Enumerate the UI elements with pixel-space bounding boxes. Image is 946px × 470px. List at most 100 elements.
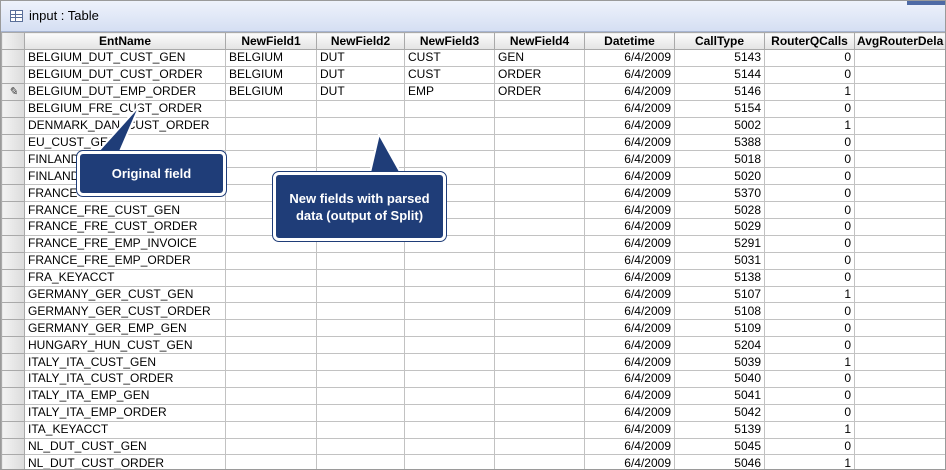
- row-selector[interactable]: [1, 234, 25, 253]
- row-selector[interactable]: [1, 201, 25, 220]
- cell-newfield4[interactable]: [494, 201, 585, 220]
- cell-newfield3[interactable]: [404, 319, 495, 338]
- cell-newfield4[interactable]: [494, 251, 585, 270]
- cell-newfield2[interactable]: [316, 353, 405, 372]
- cell-newfield2[interactable]: [316, 116, 405, 135]
- table-row[interactable]: FRANCE_FRE_EMP_INVOICE6/4/2009529100: [1, 234, 945, 253]
- cell-newfield3[interactable]: [404, 99, 495, 118]
- cell-avgrouterdelay[interactable]: 0: [854, 167, 945, 186]
- row-selector[interactable]: [1, 184, 25, 203]
- cell-routerqcalls[interactable]: 0: [764, 201, 855, 220]
- table-row[interactable]: BELGIUM_DUT_CUST_ORDER BELGIUM DUT CUST ORDE…: [1, 65, 945, 84]
- row-selector[interactable]: [1, 133, 25, 152]
- cell-newfield4[interactable]: [494, 336, 585, 355]
- cell-calltype[interactable]: 5291: [674, 234, 765, 253]
- cell-newfield1[interactable]: [225, 420, 317, 439]
- cell-entname[interactable]: FRANCE_FRE_CUST_ORDER: [24, 218, 226, 236]
- cell-newfield2[interactable]: [316, 285, 405, 304]
- cell-newfield2[interactable]: DUT: [316, 82, 405, 101]
- cell-newfield4[interactable]: [494, 99, 585, 118]
- cell-newfield3[interactable]: [404, 353, 495, 372]
- row-selector[interactable]: [1, 285, 25, 304]
- cell-newfield4[interactable]: [494, 420, 585, 439]
- cell-newfield1[interactable]: BELGIUM: [225, 49, 317, 67]
- row-selector[interactable]: [1, 167, 25, 186]
- column-header-newfield3[interactable]: NewField3: [404, 32, 495, 50]
- cell-avgrouterdelay[interactable]: 0: [854, 268, 945, 287]
- cell-datetime[interactable]: 6/4/2009: [584, 82, 675, 101]
- column-header-newfield2[interactable]: NewField2: [316, 32, 405, 50]
- cell-newfield1[interactable]: [225, 336, 317, 355]
- cell-entname[interactable]: ITALY_ITA_EMP_GEN: [24, 386, 226, 405]
- cell-entname[interactable]: NL_DUT_CUST_ORDER: [24, 454, 226, 469]
- cell-avgrouterdelay[interactable]: 334: [854, 420, 945, 439]
- table-row[interactable]: BELGIUM_DUT_CUST_GEN BELGIUM DUT CUST GEN 6/4…: [1, 49, 945, 67]
- cell-avgrouterdelay[interactable]: 167: [854, 82, 945, 101]
- row-selector[interactable]: [1, 370, 25, 388]
- cell-routerqcalls[interactable]: 0: [764, 49, 855, 67]
- cell-newfield4[interactable]: ORDER: [494, 82, 585, 101]
- cell-avgrouterdelay[interactable]: 0: [854, 386, 945, 405]
- cell-avgrouterdelay[interactable]: 0: [854, 133, 945, 152]
- cell-newfield3[interactable]: [404, 403, 495, 422]
- column-header-datetime[interactable]: Datetime: [584, 32, 675, 50]
- row-selector[interactable]: [1, 319, 25, 338]
- cell-entname[interactable]: GERMANY_GER_CUST_GEN: [24, 285, 226, 304]
- cell-datetime[interactable]: 6/4/2009: [584, 218, 675, 236]
- table-row[interactable]: ITALY_ITA_CUST_GEN 6/4/20095039112: [1, 353, 945, 372]
- cell-datetime[interactable]: 6/4/2009: [584, 454, 675, 469]
- cell-datetime[interactable]: 6/4/2009: [584, 319, 675, 338]
- cell-calltype[interactable]: 5045: [674, 437, 765, 456]
- cell-routerqcalls[interactable]: 0: [764, 336, 855, 355]
- cell-routerqcalls[interactable]: 0: [764, 302, 855, 321]
- cell-entname[interactable]: BELGIUM_DUT_EMP_ORDER: [24, 82, 226, 101]
- row-selector[interactable]: [1, 99, 25, 118]
- table-row[interactable]: GERMANY_GER_EMP_GEN6/4/2009510900: [1, 319, 945, 338]
- cell-entname[interactable]: EU_CUST_GEN: [24, 133, 226, 152]
- cell-newfield1[interactable]: [225, 353, 317, 372]
- cell-entname[interactable]: GERMANY_GER_CUST_ORDER: [24, 302, 226, 321]
- column-header-avgrouterdelay[interactable]: AvgRouterDela: [854, 32, 945, 50]
- cell-calltype[interactable]: 5028: [674, 201, 765, 220]
- cell-calltype[interactable]: 5109: [674, 319, 765, 338]
- cell-routerqcalls[interactable]: 0: [764, 184, 855, 203]
- cell-datetime[interactable]: 6/4/2009: [584, 116, 675, 135]
- cell-newfield4[interactable]: GEN: [494, 49, 585, 67]
- cell-entname[interactable]: NL_DUT_CUST_GEN: [24, 437, 226, 456]
- cell-routerqcalls[interactable]: 1: [764, 454, 855, 469]
- select-all-corner[interactable]: [1, 32, 25, 50]
- cell-newfield2[interactable]: [316, 336, 405, 355]
- table-row[interactable]: ITALY_ITA_EMP_GEN6/4/2009504100: [1, 386, 945, 405]
- cell-datetime[interactable]: 6/4/2009: [584, 133, 675, 152]
- cell-newfield4[interactable]: [494, 150, 585, 169]
- cell-newfield2[interactable]: [316, 454, 405, 469]
- cell-datetime[interactable]: 6/4/2009: [584, 370, 675, 388]
- cell-newfield1[interactable]: [225, 302, 317, 321]
- cell-calltype[interactable]: 5031: [674, 251, 765, 270]
- cell-avgrouterdelay[interactable]: 0: [854, 150, 945, 169]
- cell-newfield4[interactable]: [494, 234, 585, 253]
- cell-calltype[interactable]: 5146: [674, 82, 765, 101]
- cell-calltype[interactable]: 5039: [674, 353, 765, 372]
- cell-routerqcalls[interactable]: 0: [764, 251, 855, 270]
- cell-newfield4[interactable]: [494, 386, 585, 405]
- cell-newfield3[interactable]: [404, 268, 495, 287]
- cell-newfield3[interactable]: [404, 285, 495, 304]
- cell-routerqcalls[interactable]: 0: [764, 150, 855, 169]
- cell-newfield2[interactable]: [316, 403, 405, 422]
- row-selector[interactable]: [1, 336, 25, 355]
- cell-datetime[interactable]: 6/4/2009: [584, 167, 675, 186]
- cell-calltype[interactable]: 5108: [674, 302, 765, 321]
- row-selector[interactable]: [1, 420, 25, 439]
- table-row[interactable]: NL_DUT_CUST_ORDER 6/4/20095046146: [1, 454, 945, 469]
- cell-entname[interactable]: FRANCE_FRE_EMP_ORDER: [24, 251, 226, 270]
- cell-newfield3[interactable]: [404, 370, 495, 388]
- cell-routerqcalls[interactable]: 0: [764, 386, 855, 405]
- cell-calltype[interactable]: 5144: [674, 65, 765, 84]
- cell-newfield3[interactable]: [404, 420, 495, 439]
- cell-newfield3[interactable]: [404, 454, 495, 469]
- cell-calltype[interactable]: 5388: [674, 133, 765, 152]
- row-selector[interactable]: [1, 116, 25, 135]
- column-header-routerqcalls[interactable]: RouterQCalls: [764, 32, 855, 50]
- cell-datetime[interactable]: 6/4/2009: [584, 99, 675, 118]
